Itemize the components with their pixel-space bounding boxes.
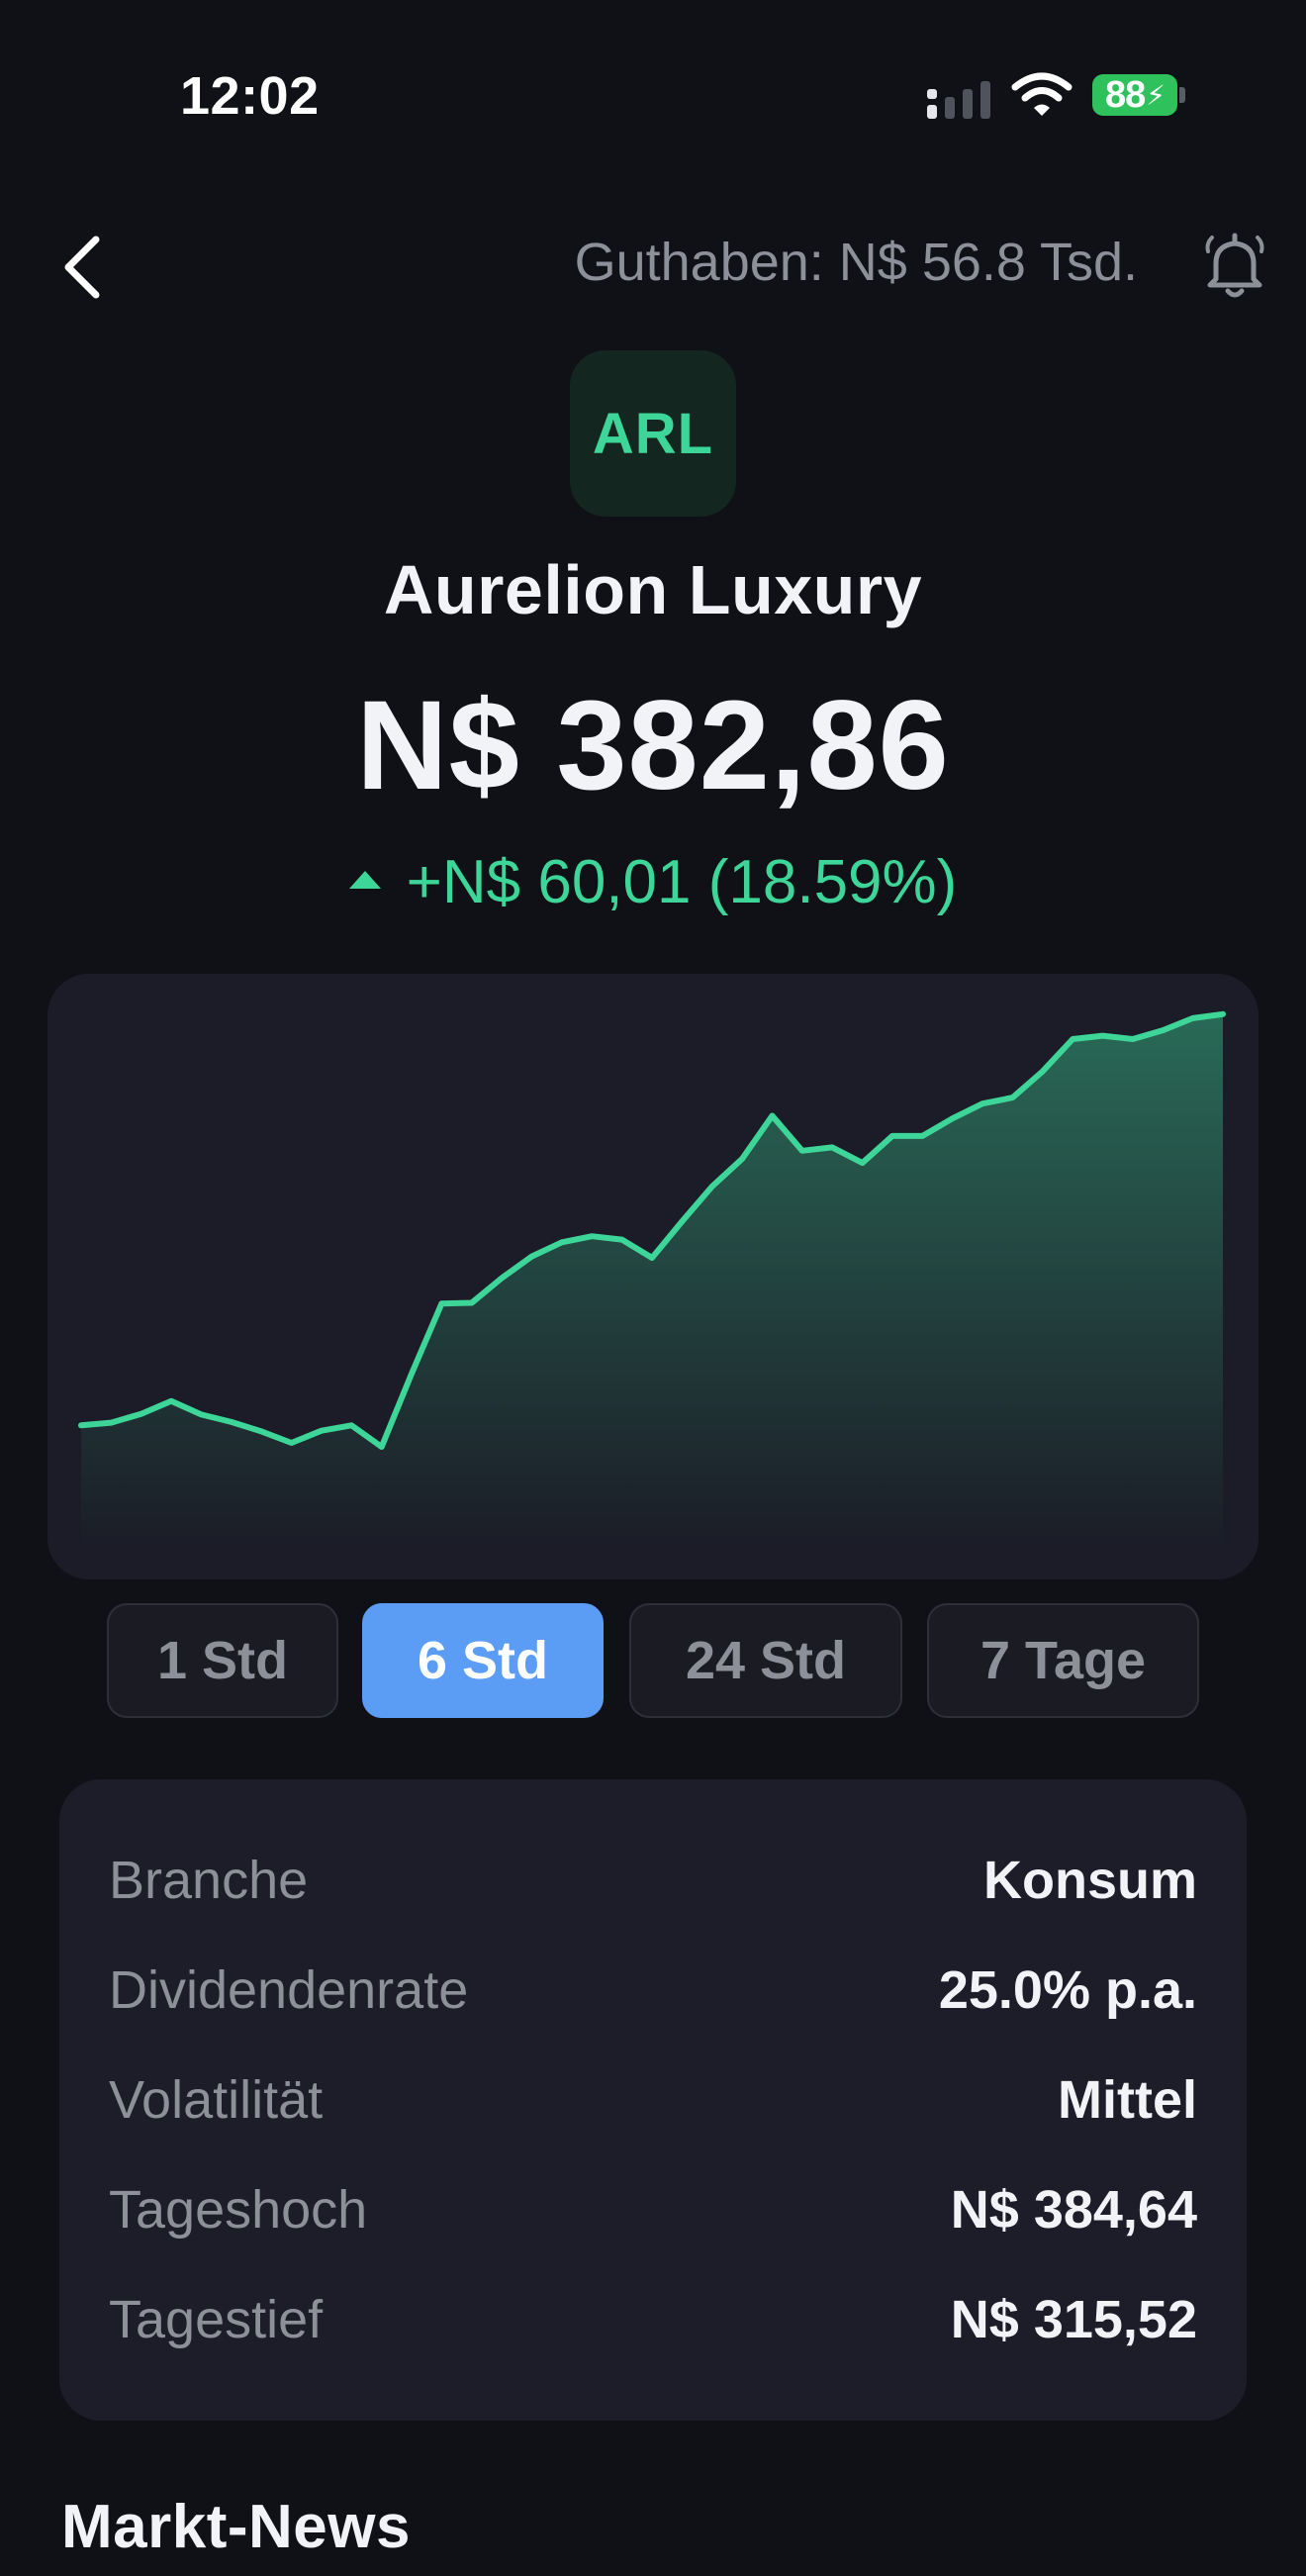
bell-icon[interactable] xyxy=(1202,230,1267,301)
detail-row-dividend: Dividendenrate 25.0% p.a. xyxy=(109,1956,1197,2025)
wifi-icon xyxy=(1011,72,1073,116)
battery-cap xyxy=(1179,87,1185,103)
range-tab-24h[interactable]: 24 Std xyxy=(629,1603,902,1718)
detail-row-sector: Branche Konsum xyxy=(109,1846,1197,1915)
bolt-icon: ⚡ xyxy=(1146,79,1166,111)
market-news-heading: Markt-News xyxy=(61,2493,411,2561)
range-tab-1h[interactable]: 1 Std xyxy=(107,1603,338,1718)
price-chart xyxy=(47,974,1259,1579)
detail-label: Volatilität xyxy=(109,2070,324,2130)
detail-value: Mittel xyxy=(1058,2070,1197,2130)
stock-details-card: Branche Konsum Dividendenrate 25.0% p.a.… xyxy=(59,1779,1247,2421)
signal-icon xyxy=(927,81,990,119)
price-chart-svg xyxy=(78,1010,1226,1550)
detail-row-day-low: Tagestief N$ 315,52 xyxy=(109,2285,1197,2354)
detail-label: Tageshoch xyxy=(109,2180,368,2240)
price-change-text: +N$ 60,01 (18.59%) xyxy=(406,848,958,916)
chart-area-fill xyxy=(81,1013,1223,1550)
detail-row-day-high: Tageshoch N$ 384,64 xyxy=(109,2175,1197,2244)
detail-row-volatility: Volatilität Mittel xyxy=(109,2065,1197,2135)
detail-label: Tagestief xyxy=(109,2290,324,2349)
balance-label: Guthaben: N$ 56.8 Tsd. xyxy=(574,233,1138,292)
battery-level: 88 xyxy=(1105,73,1146,116)
detail-value: 25.0% p.a. xyxy=(938,1960,1197,2020)
detail-label: Branche xyxy=(109,1851,309,1910)
current-price: N$ 382,86 xyxy=(356,675,950,816)
detail-value: N$ 315,52 xyxy=(950,2290,1197,2349)
detail-label: Dividendenrate xyxy=(109,1960,469,2020)
detail-value: N$ 384,64 xyxy=(950,2180,1197,2240)
price-change: +N$ 60,01 (18.59%) xyxy=(0,847,1306,917)
arrow-up-icon xyxy=(348,870,381,889)
battery-charging-icon: 88 ⚡ xyxy=(1092,74,1177,116)
status-time: 12:02 xyxy=(180,66,320,126)
ticker-badge: ARL xyxy=(570,350,736,517)
company-name: Aurelion Luxury xyxy=(383,551,923,628)
back-chevron-icon[interactable] xyxy=(54,232,114,303)
detail-value: Konsum xyxy=(983,1851,1197,1910)
range-tab-7d[interactable]: 7 Tage xyxy=(927,1603,1199,1718)
range-tab-6h[interactable]: 6 Std xyxy=(362,1603,604,1718)
